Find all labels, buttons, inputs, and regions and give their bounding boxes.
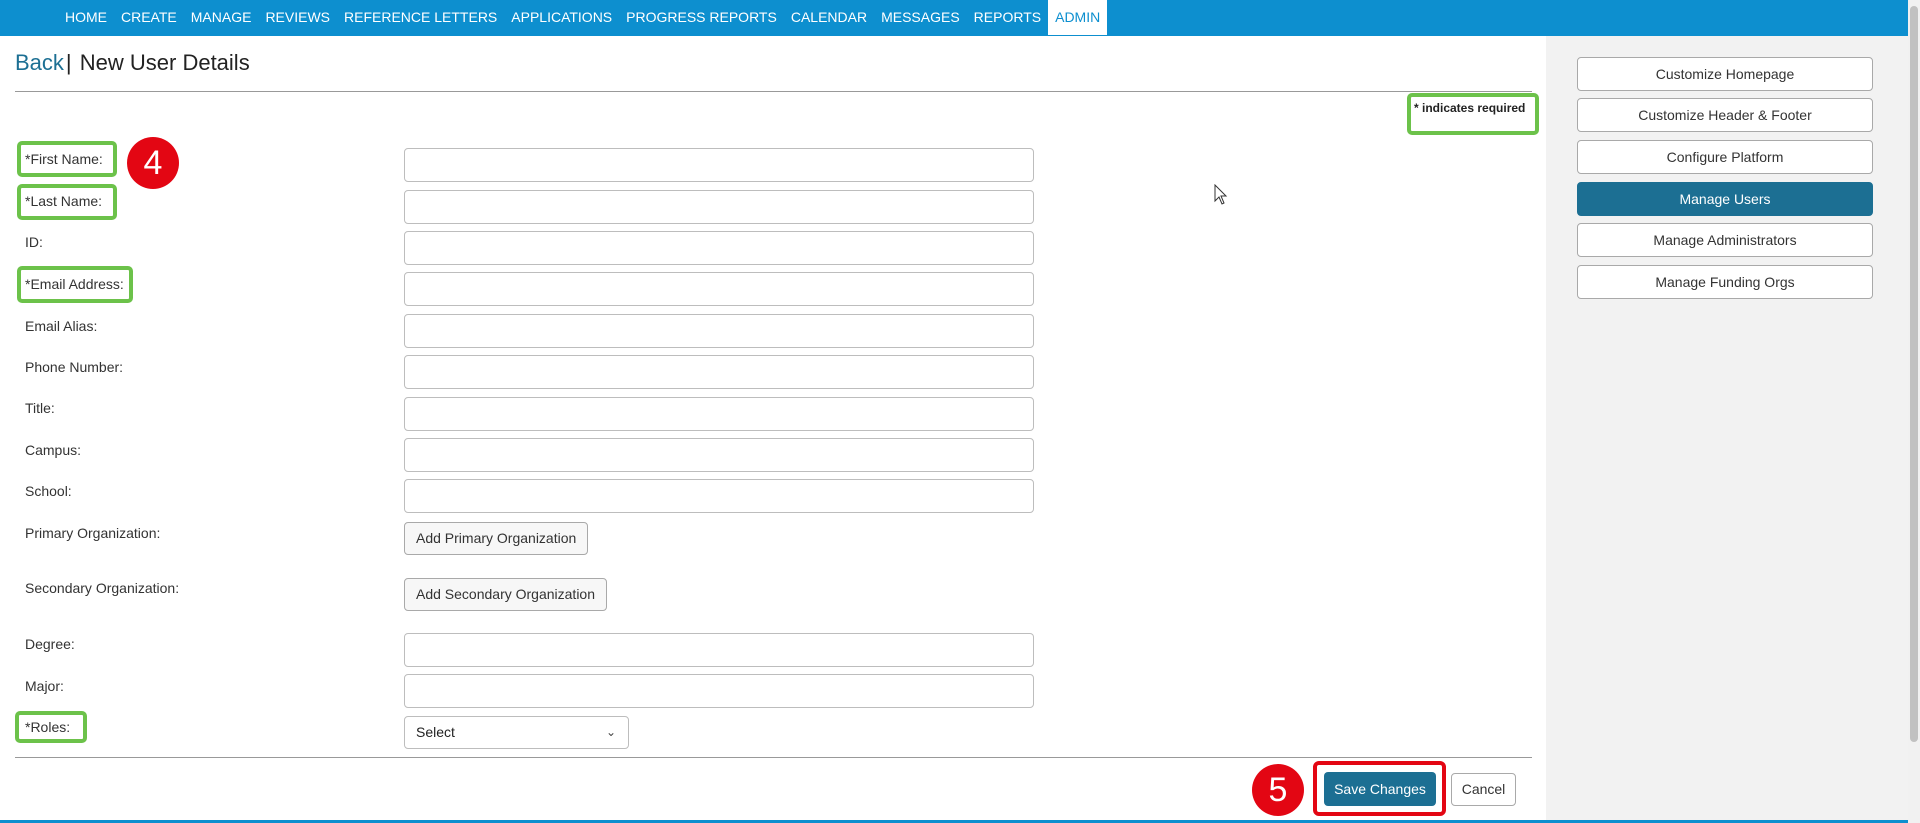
mouse-pointer-icon: [1214, 184, 1228, 205]
sidebar-item-manage-funding-orgs[interactable]: Manage Funding Orgs: [1577, 265, 1873, 299]
phone-label: Phone Number:: [25, 359, 124, 375]
email-alias-input[interactable]: [404, 314, 1034, 348]
step-5-badge: 5: [1252, 764, 1304, 816]
nav-item-admin[interactable]: ADMIN: [1048, 0, 1108, 35]
last-name-label: *Last Name:: [25, 193, 103, 209]
nav-item-home[interactable]: HOME: [58, 0, 114, 36]
step-4-badge: 4: [127, 137, 179, 189]
chevron-down-icon: ⌄: [605, 725, 616, 739]
major-input[interactable]: [404, 674, 1034, 708]
top-nav-items: HOME CREATE MANAGE REVIEWS REFERENCE LET…: [58, 0, 1108, 36]
roles-select-value: Select: [416, 724, 455, 740]
nav-item-progress-reports[interactable]: PROGRESS REPORTS: [619, 0, 784, 36]
nav-item-create[interactable]: CREATE: [114, 0, 184, 36]
divider-bottom: [15, 757, 1532, 758]
nav-item-applications[interactable]: APPLICATIONS: [504, 0, 619, 36]
major-label: Major:: [25, 678, 64, 694]
school-label: School:: [25, 483, 72, 499]
roles-label: *Roles:: [25, 719, 71, 735]
top-nav: HOME CREATE MANAGE REVIEWS REFERENCE LET…: [0, 0, 1920, 36]
nav-item-reference-letters[interactable]: REFERENCE LETTERS: [337, 0, 504, 36]
sidebar-item-customize-homepage[interactable]: Customize Homepage: [1577, 57, 1873, 91]
first-name-input[interactable]: [404, 148, 1034, 182]
primary-org-label: Primary Organization:: [25, 525, 161, 541]
nav-item-manage[interactable]: MANAGE: [184, 0, 259, 36]
nav-item-calendar[interactable]: CALENDAR: [784, 0, 874, 36]
sidebar-item-customize-header-footer[interactable]: Customize Header & Footer: [1577, 98, 1873, 132]
sidebar-item-configure-platform[interactable]: Configure Platform: [1577, 140, 1873, 174]
last-name-input[interactable]: [404, 190, 1034, 224]
header-separator: |: [65, 50, 72, 75]
phone-input[interactable]: [404, 355, 1034, 389]
nav-item-messages[interactable]: MESSAGES: [874, 0, 967, 36]
degree-label: Degree:: [25, 636, 75, 652]
page-title: New User Details: [79, 50, 250, 75]
required-note: * indicates required: [1414, 101, 1526, 115]
cancel-button[interactable]: Cancel: [1451, 773, 1516, 806]
email-alias-label: Email Alias:: [25, 318, 98, 334]
save-changes-button[interactable]: Save Changes: [1324, 772, 1436, 806]
secondary-org-label: Secondary Organization:: [25, 580, 180, 596]
nav-item-reviews[interactable]: REVIEWS: [258, 0, 337, 36]
add-secondary-org-button[interactable]: Add Secondary Organization: [404, 578, 607, 611]
id-label: ID:: [25, 234, 43, 250]
email-label: *Email Address:: [25, 276, 124, 292]
degree-input[interactable]: [404, 633, 1034, 667]
campus-label: Campus:: [25, 442, 82, 458]
page-header: Back| New User Details: [15, 50, 250, 76]
add-primary-org-button[interactable]: Add Primary Organization: [404, 522, 589, 555]
back-link[interactable]: Back: [15, 50, 64, 75]
divider-top: [15, 91, 1532, 92]
campus-input[interactable]: [404, 438, 1034, 472]
title-input[interactable]: [404, 397, 1034, 431]
title-label: Title:: [25, 400, 55, 416]
sidebar-item-manage-administrators[interactable]: Manage Administrators: [1577, 223, 1873, 257]
email-input[interactable]: [404, 272, 1034, 306]
scrollbar-thumb[interactable]: [1910, 6, 1918, 742]
id-input[interactable]: [404, 231, 1034, 265]
roles-select[interactable]: Select ⌄: [404, 716, 629, 749]
sidebar-item-manage-users[interactable]: Manage Users: [1577, 182, 1873, 216]
nav-item-reports[interactable]: REPORTS: [967, 0, 1048, 36]
school-input[interactable]: [404, 479, 1034, 513]
first-name-label: *First Name:: [25, 151, 103, 167]
